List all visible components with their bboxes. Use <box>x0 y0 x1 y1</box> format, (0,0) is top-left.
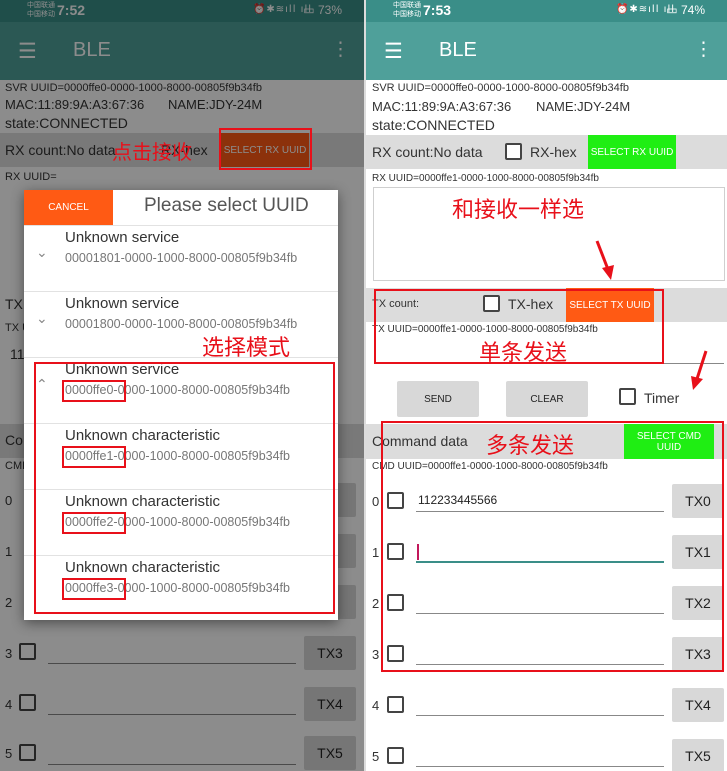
clear-button[interactable]: CLEAR <box>506 381 588 417</box>
connection-state: state:CONNECTED <box>372 117 495 133</box>
annotation-single-send: 单条发送 <box>479 341 568 366</box>
annotation-box-select-rx <box>219 128 312 170</box>
row-checkbox[interactable] <box>387 747 404 764</box>
overflow-menu-icon[interactable]: ⋮ <box>694 38 713 60</box>
rx-count: RX count:No data <box>372 144 483 160</box>
annotation-box-ffe1 <box>62 446 126 468</box>
status-bar: 中国联通 中国移动 7:53 ⏰✱≋ıll ıll ▭ 74% <box>366 0 727 22</box>
annotation-click-rx: 点击接收 <box>112 140 192 164</box>
mac-address: MAC:11:89:9A:A3:67:36 <box>372 99 512 114</box>
tx-input-field[interactable] <box>416 694 664 716</box>
menu-icon[interactable]: ☰ <box>384 39 403 63</box>
timer-label: Timer <box>644 390 680 406</box>
chevron-down-icon: ⌄ <box>36 311 48 327</box>
annotation-arrow-icon <box>691 350 708 390</box>
device-name: NAME:JDY-24M <box>536 99 631 114</box>
annotation-same-as-rx: 和接收一样选 <box>452 198 585 223</box>
item-name: Unknown service <box>65 229 180 246</box>
annotation-box-ffe0 <box>62 380 126 402</box>
row-number: 1 <box>372 545 380 560</box>
rx-hex-checkbox[interactable] <box>505 143 522 160</box>
item-uuid: 00001800-0000-1000-8000-00805f9b34fb <box>65 317 298 331</box>
app-bar: ☰ BLE ⋮ <box>366 22 727 80</box>
send-button[interactable]: SEND <box>397 381 479 417</box>
timer-checkbox[interactable] <box>619 388 636 405</box>
status-time: 7:53 <box>423 2 452 18</box>
annotation-multi-send: 多条发送 <box>486 434 575 459</box>
row-number: 0 <box>372 494 380 509</box>
row-number: 2 <box>372 596 380 611</box>
svr-uuid: SVR UUID=0000ffe0-0000-1000-8000-00805f9… <box>372 82 629 94</box>
carrier-names: 中国联通 中国移动 <box>393 1 421 18</box>
tx-input-field[interactable] <box>416 745 664 767</box>
right-screen: 中国联通 中国移动 7:53 ⏰✱≋ıll ıll ▭ 74% ☰ BLE ⋮ S… <box>366 0 727 771</box>
uuid-list-item[interactable]: ⌄ Unknown service 00001800-0000-1000-800… <box>24 291 338 357</box>
rx-uuid: RX UUID=0000ffe1-0000-1000-8000-00805f9b… <box>372 173 599 184</box>
row-number: 5 <box>372 749 380 764</box>
annotation-arrow-icon <box>595 240 614 280</box>
uuid-list-item[interactable]: ⌄ Unknown service 00001801-0000-1000-800… <box>24 225 338 291</box>
rx-hex-label: RX-hex <box>530 144 577 160</box>
left-screen: 中国联通 中国移动 7:52 ⏰✱≋ıll ıll ▭ 73% ☰ BLE ⋮ S… <box>0 0 364 771</box>
annotation-box-ffe2 <box>62 512 126 534</box>
item-name: Unknown service <box>65 295 180 312</box>
chevron-down-icon: ⌄ <box>36 245 48 261</box>
item-uuid: 00001801-0000-1000-8000-00805f9b34fb <box>65 251 298 265</box>
dialog-title: Please select UUID <box>144 195 309 216</box>
row-checkbox[interactable] <box>387 696 404 713</box>
select-rx-uuid-button[interactable]: SELECT RX UUID <box>588 135 676 169</box>
tx5-button[interactable]: TX5 <box>672 739 724 771</box>
cancel-button[interactable]: CANCEL <box>24 190 113 225</box>
battery-icon: ▭ <box>666 3 678 17</box>
annotation-box-ffe3 <box>62 578 126 600</box>
row-number: 3 <box>372 647 380 662</box>
battery-level: ▭ 74% <box>666 3 705 17</box>
annotation-select-mode: 选择模式 <box>202 336 291 361</box>
row-number: 4 <box>372 698 380 713</box>
app-title: BLE <box>439 39 477 61</box>
tx4-button[interactable]: TX4 <box>672 688 724 722</box>
